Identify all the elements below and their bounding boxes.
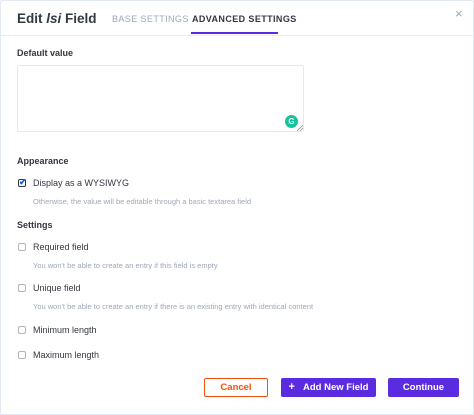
maximum-length-checkbox[interactable] [18, 351, 26, 359]
default-value-textarea[interactable] [17, 65, 304, 132]
checkmark-icon: ✔ [19, 177, 27, 187]
edit-field-modal: × Edit lsi Field BASE SETTINGS ADVANCED … [0, 0, 474, 415]
settings-heading: Settings [17, 220, 53, 230]
title-prefix: Edit [17, 11, 47, 26]
required-field-checkbox[interactable] [18, 243, 26, 251]
tab-advanced-settings[interactable]: ADVANCED SETTINGS [192, 14, 297, 24]
title-suffix: Field [61, 11, 97, 26]
minimum-length-checkbox[interactable] [18, 326, 26, 334]
field-name: lsi [46, 11, 62, 26]
unique-field-hint: You won't be able to create an entry if … [33, 302, 314, 311]
plus-icon: + [288, 381, 295, 393]
wysiwyg-label[interactable]: Display as a WYSIWYG [33, 178, 129, 188]
default-value-label: Default value [17, 48, 74, 58]
add-new-field-label: Add New Field [302, 382, 369, 393]
modal-header: Edit lsi Field BASE SETTINGS ADVANCED SE… [1, 1, 473, 36]
cancel-button[interactable]: Cancel [204, 378, 268, 397]
unique-field-checkbox[interactable] [18, 284, 26, 292]
unique-field-label[interactable]: Unique field [33, 283, 81, 293]
resize-handle-icon[interactable] [297, 125, 303, 131]
maximum-length-label[interactable]: Maximum length [33, 350, 99, 360]
wysiwyg-checkbox[interactable]: ✔ [18, 177, 27, 187]
minimum-length-label[interactable]: Minimum length [33, 325, 97, 335]
modal-title: Edit lsi Field [17, 11, 97, 26]
appearance-heading: Appearance [17, 156, 69, 166]
wysiwyg-hint: Otherwise, the value will be editable th… [33, 197, 252, 206]
tab-base-settings[interactable]: BASE SETTINGS [112, 14, 189, 24]
add-new-field-button[interactable]: + Add New Field [281, 378, 376, 397]
required-field-hint: You won't be able to create an entry if … [33, 261, 218, 270]
continue-button[interactable]: Continue [388, 378, 459, 397]
required-field-label[interactable]: Required field [33, 242, 89, 252]
active-tab-indicator [191, 32, 278, 34]
